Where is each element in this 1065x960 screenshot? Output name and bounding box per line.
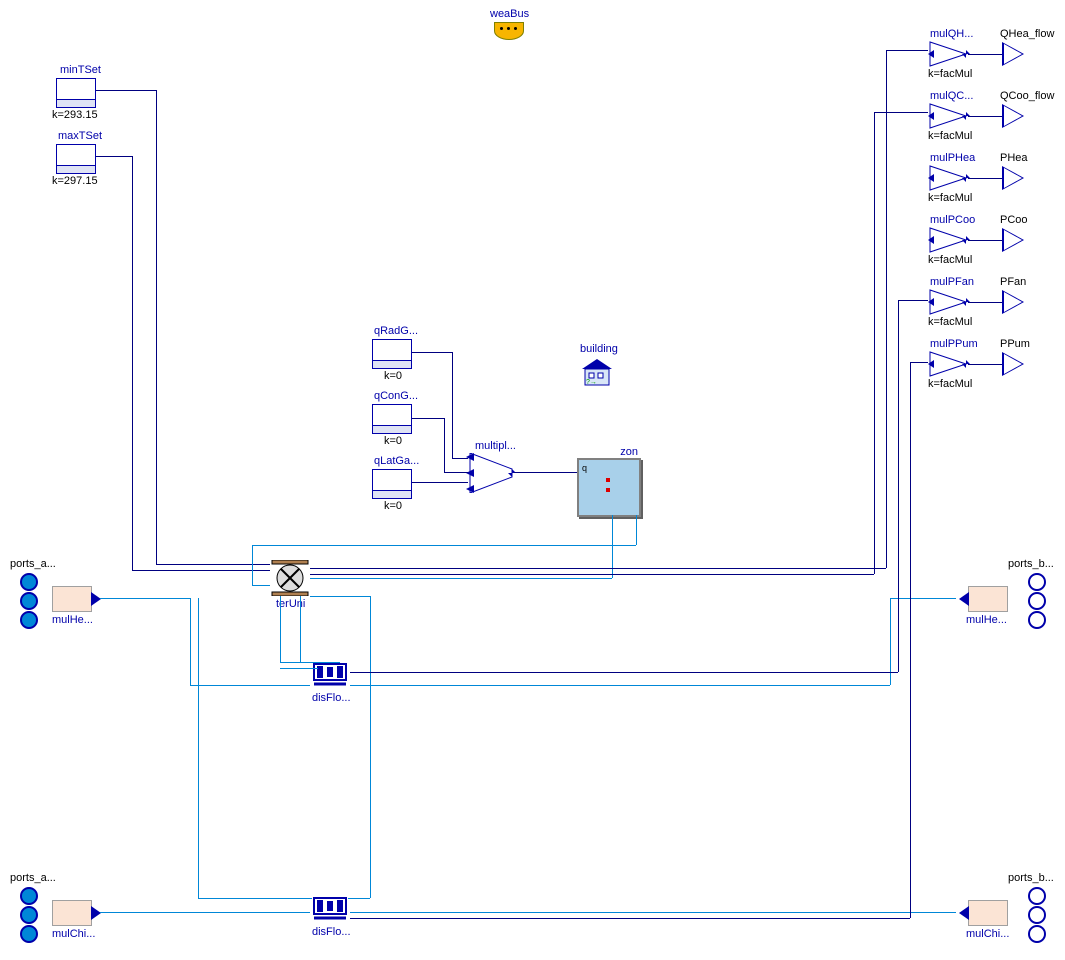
output-4-label: PFan <box>1000 276 1026 288</box>
mulhe-right-label: mulHe... <box>966 614 1007 626</box>
port-a-top-1[interactable] <box>20 573 38 591</box>
building-label: building <box>580 343 618 355</box>
disflo-bot-block[interactable] <box>310 894 350 924</box>
mulchi-left-label: mulChi... <box>52 928 95 940</box>
mulchi-right-label: mulChi... <box>966 928 1009 940</box>
gain-5-label: mulPPum <box>930 338 978 350</box>
port-b-bot-3[interactable] <box>1028 925 1046 943</box>
weabus-icon[interactable] <box>494 22 524 40</box>
port-b-top-2[interactable] <box>1028 592 1046 610</box>
port-a-bot-2[interactable] <box>20 906 38 924</box>
port-b-bot-1[interactable] <box>1028 887 1046 905</box>
gain-3-label: mulPCoo <box>930 214 975 226</box>
qlat-label: qLatGa... <box>374 455 419 467</box>
disflo-bot-label: disFlo... <box>312 926 351 938</box>
maxtset-label: maxTSet <box>58 130 102 142</box>
qrad-block[interactable] <box>372 339 412 369</box>
output-1-port[interactable] <box>1002 104 1024 128</box>
mux-label: multipl... <box>475 440 516 452</box>
port-b-top-1[interactable] <box>1028 573 1046 591</box>
zone-block[interactable]: q <box>577 458 641 517</box>
gain-0-label: mulQH... <box>930 28 973 40</box>
ports-b-top-label: ports_b... <box>1008 558 1054 570</box>
gain-1-block[interactable] <box>928 102 966 128</box>
svg-text:?→: ?→ <box>586 379 597 386</box>
mulchi-right-block[interactable] <box>968 900 1008 926</box>
ports-a-bot-label: ports_a... <box>10 872 56 884</box>
port-b-top-3[interactable] <box>1028 611 1046 629</box>
teruni-block[interactable] <box>270 560 310 596</box>
mulhe-right-block[interactable] <box>968 586 1008 612</box>
output-5-label: PPum <box>1000 338 1030 350</box>
port-a-top-3[interactable] <box>20 611 38 629</box>
port-a-bot-1[interactable] <box>20 887 38 905</box>
gain-5-k: k=facMul <box>928 378 972 390</box>
output-3-label: PCoo <box>1000 214 1028 226</box>
gain-5-block[interactable] <box>928 350 966 376</box>
qcon-label: qConG... <box>374 390 418 402</box>
mulhe-left-label: mulHe... <box>52 614 93 626</box>
qcon-block[interactable] <box>372 404 412 434</box>
gain-4-k: k=facMul <box>928 316 972 328</box>
gain-0-block[interactable] <box>928 40 966 66</box>
mintset-k: k=293.15 <box>52 109 98 121</box>
qrad-label: qRadG... <box>374 325 418 337</box>
gain-4-label: mulPFan <box>930 276 974 288</box>
port-b-bot-2[interactable] <box>1028 906 1046 924</box>
qrad-k: k=0 <box>384 370 402 382</box>
weabus-label: weaBus <box>490 8 529 20</box>
qcon-k: k=0 <box>384 435 402 447</box>
mintset-block[interactable] <box>56 78 96 108</box>
output-4-port[interactable] <box>1002 290 1024 314</box>
gain-0-k: k=facMul <box>928 68 972 80</box>
output-2-label: PHea <box>1000 152 1028 164</box>
zone-label: zon <box>618 446 638 458</box>
mulhe-left-block[interactable] <box>52 586 92 612</box>
ports-a-top-label: ports_a... <box>10 558 56 570</box>
qlat-block[interactable] <box>372 469 412 499</box>
qlat-k: k=0 <box>384 500 402 512</box>
output-2-port[interactable] <box>1002 166 1024 190</box>
output-1-label: QCoo_flow <box>1000 90 1054 102</box>
output-3-port[interactable] <box>1002 228 1024 252</box>
gain-2-block[interactable] <box>928 164 966 190</box>
port-a-bot-3[interactable] <box>20 925 38 943</box>
gain-2-label: mulPHea <box>930 152 975 164</box>
mintset-label: minTSet <box>60 64 101 76</box>
disflo-top-block[interactable] <box>310 660 350 690</box>
maxtset-k: k=297.15 <box>52 175 98 187</box>
output-0-port[interactable] <box>1002 42 1024 66</box>
mulchi-left-block[interactable] <box>52 900 92 926</box>
output-0-label: QHea_flow <box>1000 28 1054 40</box>
mux-block[interactable] <box>466 453 516 493</box>
port-a-top-2[interactable] <box>20 592 38 610</box>
building-icon[interactable]: ?→ <box>582 357 612 387</box>
maxtset-block[interactable] <box>56 144 96 174</box>
gain-1-label: mulQC... <box>930 90 973 102</box>
gain-4-block[interactable] <box>928 288 966 314</box>
disflo-top-label: disFlo... <box>312 692 351 704</box>
output-5-port[interactable] <box>1002 352 1024 376</box>
gain-2-k: k=facMul <box>928 192 972 204</box>
zone-q-label: q <box>582 463 587 473</box>
gain-1-k: k=facMul <box>928 130 972 142</box>
ports-b-bot-label: ports_b... <box>1008 872 1054 884</box>
gain-3-block[interactable] <box>928 226 966 252</box>
gain-3-k: k=facMul <box>928 254 972 266</box>
